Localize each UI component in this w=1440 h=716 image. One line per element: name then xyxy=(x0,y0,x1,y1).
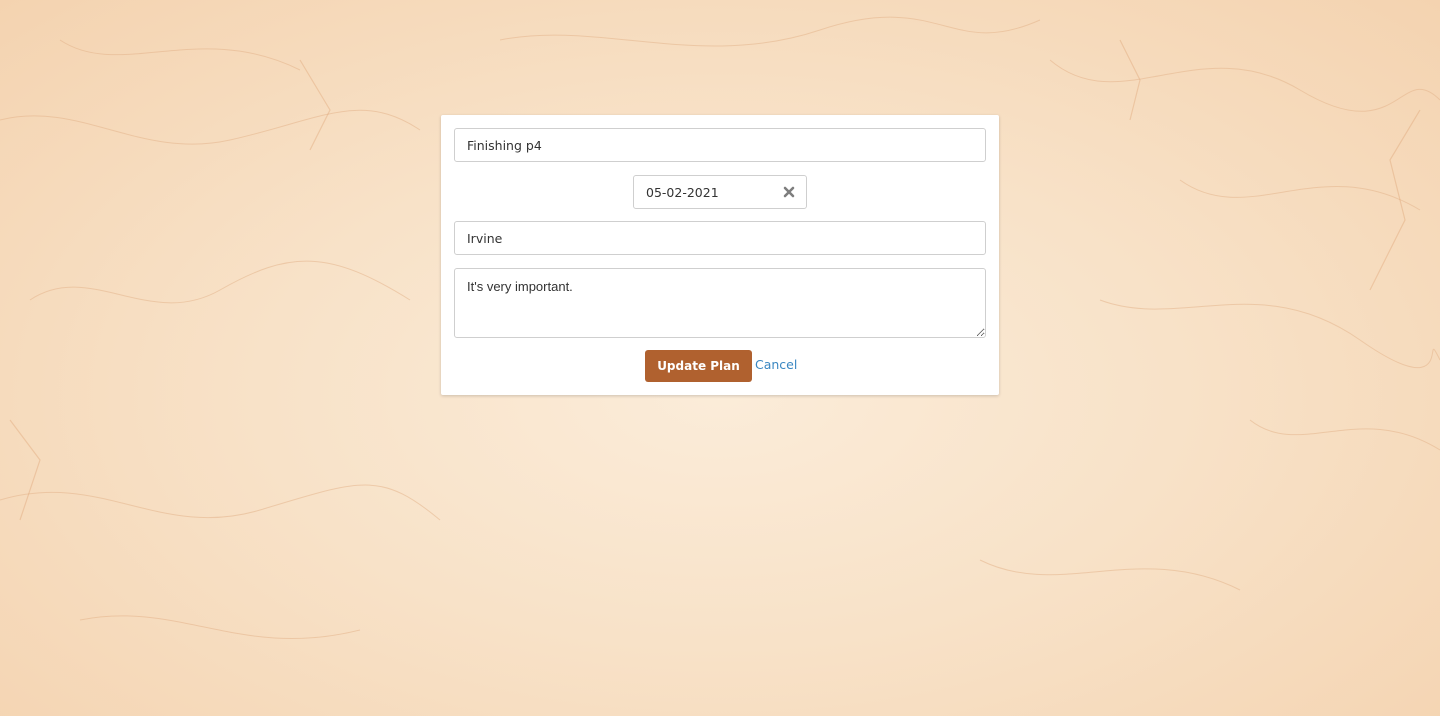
edit-plan-form-card: It's very important. Update Plan Cancel xyxy=(441,115,999,395)
cancel-link[interactable]: Cancel xyxy=(755,357,797,372)
notes-textarea[interactable]: It's very important. xyxy=(454,268,986,338)
date-picker[interactable] xyxy=(633,175,807,209)
update-plan-button[interactable]: Update Plan xyxy=(645,350,752,382)
clear-date-icon[interactable] xyxy=(782,183,796,201)
location-input[interactable] xyxy=(454,221,986,255)
date-input[interactable] xyxy=(634,176,774,208)
plan-title-input[interactable] xyxy=(454,128,986,162)
